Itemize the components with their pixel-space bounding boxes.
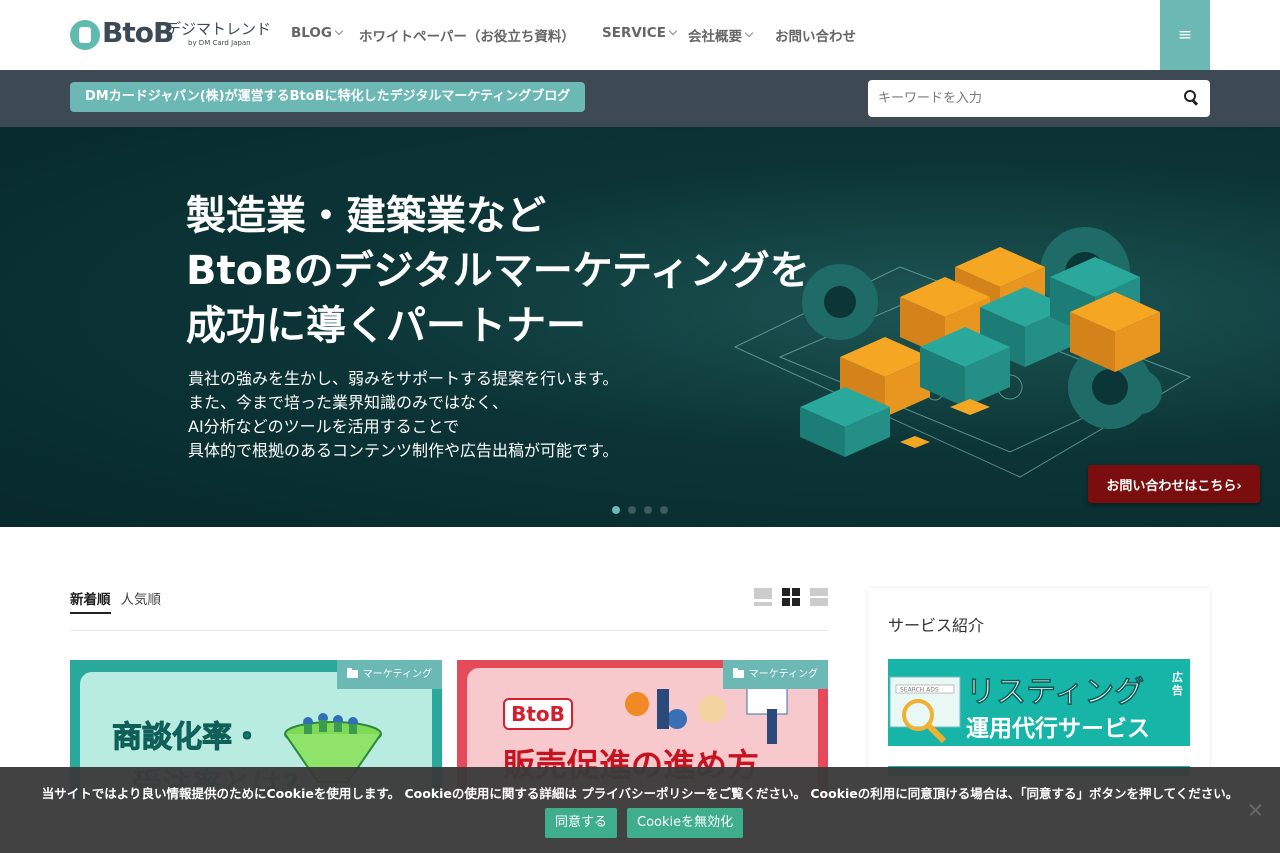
hero-desc-line: AI分析などのツールを活用することで: [188, 417, 460, 436]
nav-label: BLOG: [291, 25, 332, 41]
slider-dot[interactable]: [660, 506, 668, 514]
hero-title: 製造業・建築業など BtoBのデジタルマーケティングを 成功に導くパートナー: [186, 189, 810, 354]
nav-item-company[interactable]: 会社概要: [688, 25, 754, 45]
nav-item-whitepaper[interactable]: ホワイトペーパー（お役立ち資料）: [359, 25, 575, 45]
hero-desc-line: また、今まで培った業界知識のみではなく、: [188, 393, 509, 412]
banner-subtitle: 運用代行サービス: [966, 716, 1150, 742]
nav-label: 会社概要: [688, 29, 742, 45]
wide-view-icon[interactable]: [810, 588, 828, 606]
grid-view-icon[interactable]: [782, 588, 800, 606]
hero-description: 貴社の強みを生かし、弱みをサポートする提案を行います。 また、今まで培った業界知…: [188, 367, 618, 463]
search-input[interactable]: [868, 80, 1168, 117]
thumbnail-title-line: 商談化率・: [112, 720, 263, 756]
search-box: [868, 80, 1210, 117]
slider-dot[interactable]: [612, 506, 620, 514]
cookie-buttons: 同意する Cookieを無効化: [545, 808, 744, 838]
logo-subtext: by DM Card Japan: [188, 39, 251, 47]
hero-title-line: 製造業・建築業など: [186, 193, 546, 239]
hero-title-line: 成功に導くパートナー: [186, 303, 586, 349]
nav-label: お問い合わせ: [775, 29, 856, 45]
cookie-disable-button[interactable]: Cookieを無効化: [627, 808, 744, 838]
tab-popular[interactable]: 人気順: [121, 588, 162, 614]
site-header: BtoB デジマトレンド by DM Card Japan BLOG ホワイトペ…: [0, 0, 1280, 70]
banner-small-text: 広告: [1172, 671, 1183, 697]
listing-ad-service-banner[interactable]: SEARCH ADS リスティング 広告 運用代行サービス: [888, 659, 1190, 746]
close-icon[interactable]: [1248, 802, 1263, 817]
banner-search-label: SEARCH ADS: [900, 687, 939, 694]
hero-slider: 製造業・建築業など BtoBのデジタルマーケティングを 成功に導くパートナー 貴…: [0, 127, 1280, 527]
nav-item-service[interactable]: SERVICE: [602, 25, 678, 41]
hamburger-menu-button[interactable]: ≡: [1160, 0, 1210, 70]
slider-dot[interactable]: [644, 506, 652, 514]
cookie-accept-button[interactable]: 同意する: [545, 808, 618, 838]
site-tagline: DMカードジャパン(株)が運営するBtoBに特化したデジタルマーケティングブログ: [70, 82, 586, 112]
btob-logo-badge: BtoB: [503, 698, 573, 730]
search-magnifier-illustration: SEARCH ADS: [889, 676, 961, 744]
category-label: マーケティング: [748, 669, 818, 680]
search-icon[interactable]: [1184, 90, 1198, 104]
contact-cta-button[interactable]: お問い合わせはこちら›: [1088, 465, 1260, 503]
chevron-down-icon: [744, 28, 754, 38]
hero-title-line: BtoBのデジタルマーケティングを: [186, 248, 810, 294]
slider-pagination: [612, 506, 668, 514]
logo-mark-icon: [70, 20, 100, 50]
nav-item-blog[interactable]: BLOG: [291, 25, 344, 41]
category-badge[interactable]: マーケティング: [722, 660, 828, 689]
folder-icon: [732, 668, 744, 678]
slider-dot[interactable]: [628, 506, 636, 514]
logo-jp-text: デジマトレンド: [166, 20, 272, 38]
list-view-icon[interactable]: [754, 588, 772, 606]
hero-desc-line: 具体的で根拠のあるコンテンツ制作や広告出稿が可能です。: [188, 441, 619, 460]
tab-newest[interactable]: 新着順: [70, 588, 111, 614]
site-logo[interactable]: BtoB デジマトレンド by DM Card Japan: [70, 16, 272, 52]
sub-header-bar: DMカードジャパン(株)が運営するBtoBに特化したデジタルマーケティングブログ: [0, 70, 1280, 127]
category-label: マーケティング: [362, 669, 432, 680]
view-toggle: [754, 588, 828, 606]
logo-text: BtoB: [102, 16, 174, 49]
chevron-down-icon: [334, 26, 344, 36]
hamburger-icon: ≡: [1177, 25, 1193, 45]
nav-item-contact[interactable]: お問い合わせ: [775, 25, 856, 45]
nav-label: ホワイトペーパー（お役立ち資料）: [359, 29, 575, 45]
cookie-notice-text: 当サイトではより良い情報提供のためにCookieを使用します。 Cookieの使…: [41, 786, 1239, 801]
nav-label: SERVICE: [602, 25, 666, 41]
cookie-consent-bar: 当サイトではより良い情報提供のためにCookieを使用します。 Cookieの使…: [0, 767, 1280, 853]
category-badge[interactable]: マーケティング: [336, 660, 442, 689]
hero-desc-line: 貴社の強みを生かし、弱みをサポートする提案を行います。: [188, 369, 619, 388]
sort-tabs: 新着順 人気順: [70, 588, 171, 614]
divider: [70, 630, 828, 631]
banner-title: リスティング: [966, 675, 1145, 711]
folder-icon: [346, 668, 358, 678]
widget-title: サービス紹介: [888, 616, 985, 635]
chevron-down-icon: [668, 26, 678, 36]
